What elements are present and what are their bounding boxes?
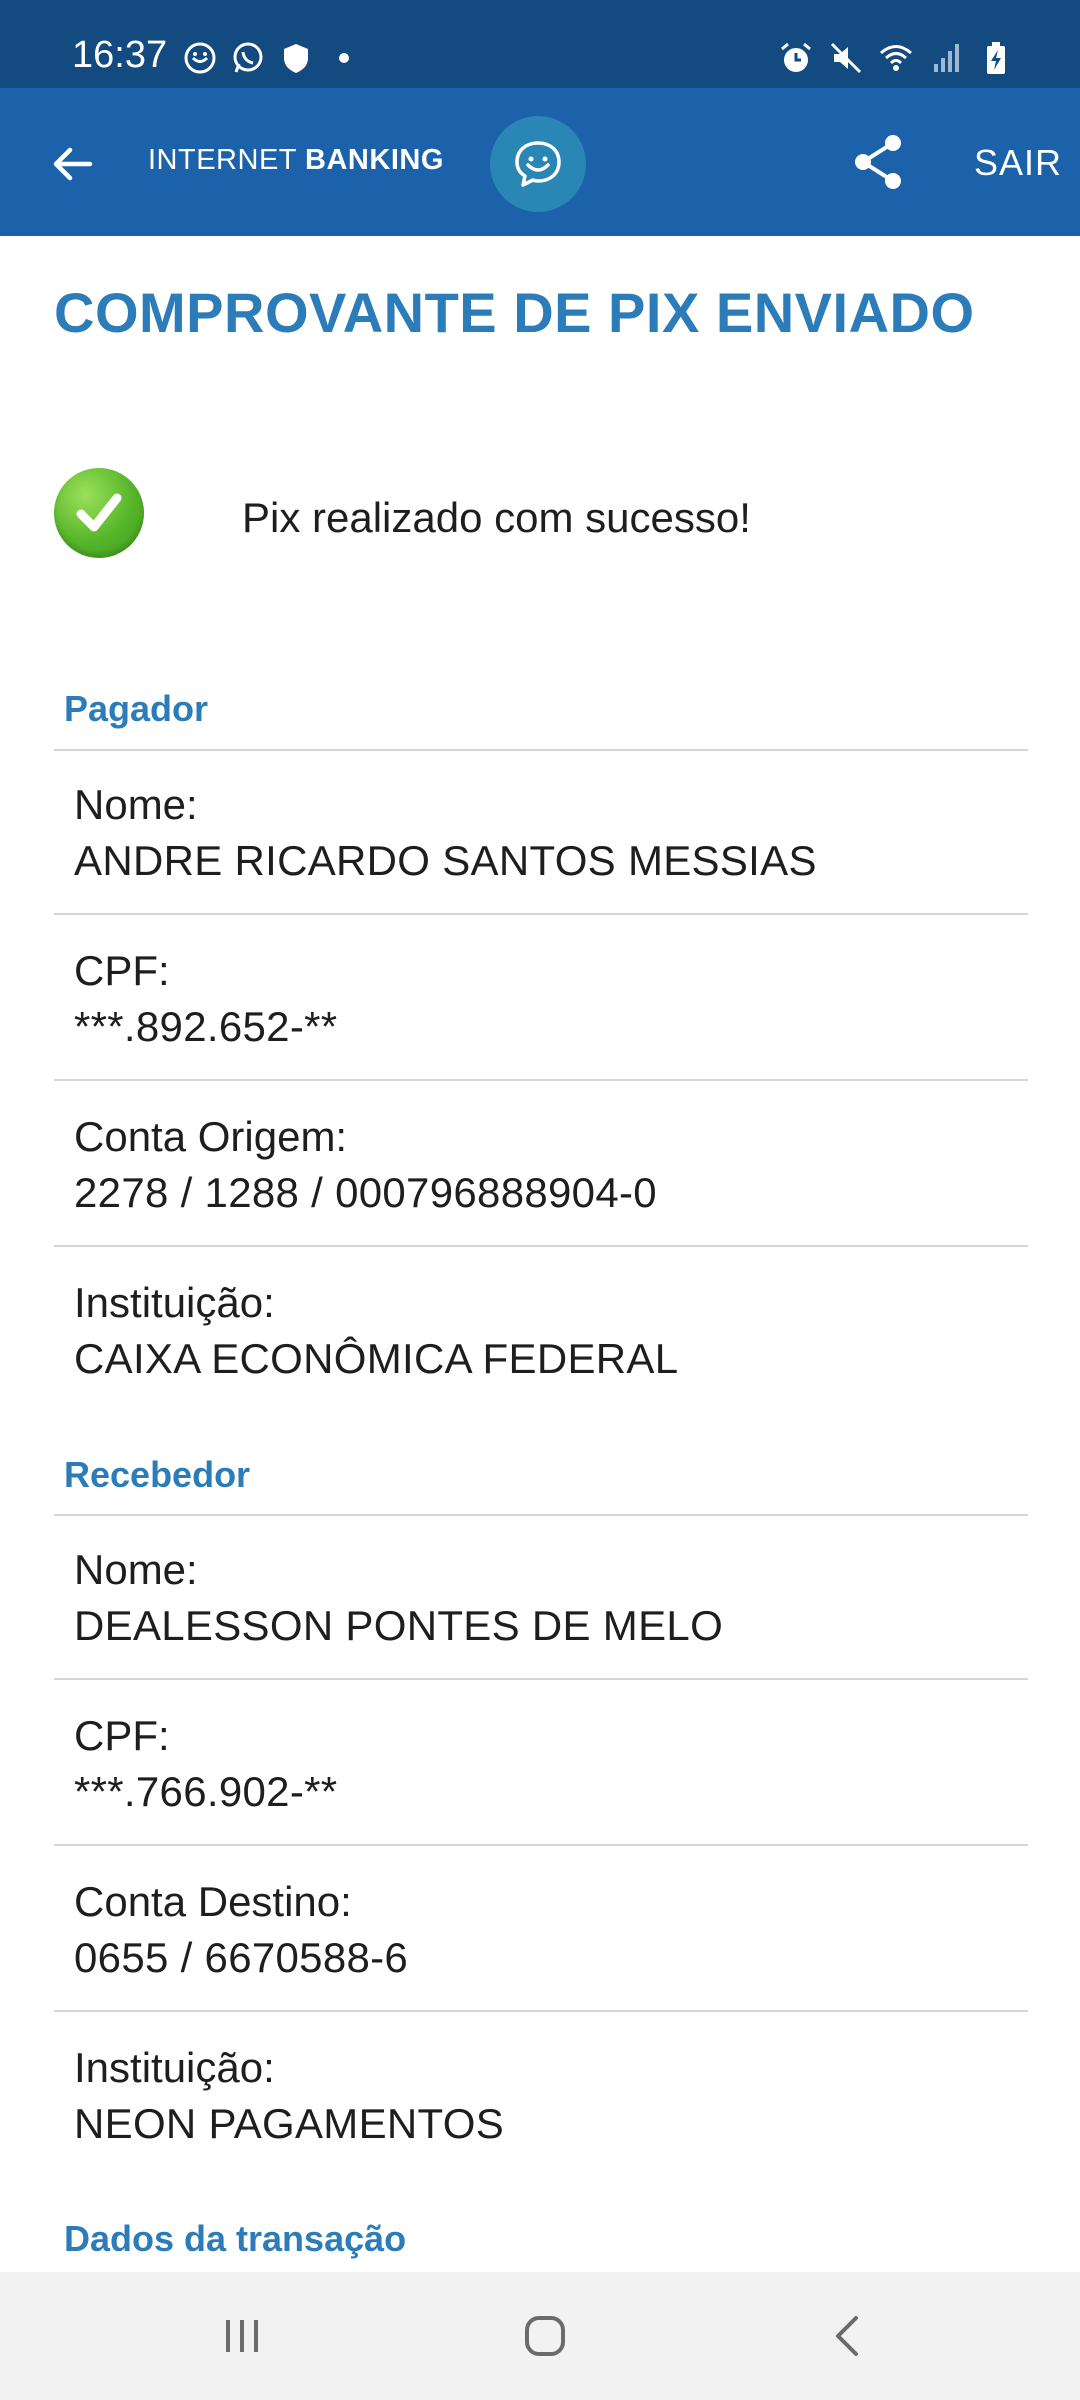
status-time: 16:37 xyxy=(72,34,168,76)
field-value: ***.892.652-** xyxy=(74,1003,338,1050)
app-bar: INTERNET BANKING SAIR xyxy=(0,88,1080,236)
receiver-account-row: Conta Destino: 0655 / 6670588-6 xyxy=(54,1848,1028,2012)
receiver-cpf-row: CPF: ***.766.902-** xyxy=(54,1682,1028,1846)
brand-text-light: INTERNET xyxy=(148,144,297,176)
share-icon xyxy=(855,135,901,189)
field-value: NEON PAGAMENTOS xyxy=(74,2100,505,2147)
field-label: CPF: xyxy=(74,947,170,994)
field-label: Nome: xyxy=(74,781,198,828)
field-value: DEALESSON PONTES DE MELO xyxy=(74,1602,724,1649)
system-nav-bar xyxy=(0,2272,1080,2400)
chat-bubble-icon xyxy=(515,141,561,187)
status-left-icons xyxy=(182,40,362,76)
mute-icon xyxy=(830,42,862,74)
signal-icon xyxy=(934,44,959,72)
wifi-icon xyxy=(880,45,912,71)
home-button[interactable] xyxy=(517,2308,573,2364)
section-title-receiver: Recebedor xyxy=(64,1454,251,1495)
recent-apps-icon xyxy=(226,2320,258,2352)
chat-button[interactable] xyxy=(490,116,586,212)
whatsapp-icon xyxy=(233,42,263,73)
receiver-name-row: Nome: DEALESSON PONTES DE MELO xyxy=(54,1516,1028,1680)
exit-button[interactable]: SAIR xyxy=(974,142,1062,184)
brand-text-bold: BANKING xyxy=(305,144,444,176)
payer-account-row: Conta Origem: 2278 / 1288 / 000796888904… xyxy=(54,1083,1028,1247)
field-label: CPF: xyxy=(74,1712,170,1759)
field-value: CAIXA ECONÔMICA FEDERAL xyxy=(74,1335,679,1382)
success-check-icon xyxy=(54,468,144,558)
field-label: Conta Origem: xyxy=(74,1113,348,1160)
recent-apps-button[interactable] xyxy=(214,2308,270,2364)
system-back-button[interactable] xyxy=(820,2308,876,2364)
notification-dot-icon xyxy=(339,53,349,63)
page-title: COMPROVANTE DE PIX ENVIADO xyxy=(54,281,975,344)
payer-name-row: Nome: ANDRE RICARDO SANTOS MESSIAS xyxy=(54,751,1028,915)
share-button[interactable] xyxy=(850,132,906,192)
chevron-left-icon xyxy=(836,2316,858,2356)
field-label: Conta Destino: xyxy=(74,1878,352,1925)
payer-institution-row: Instituição: CAIXA ECONÔMICA FEDERAL xyxy=(54,1249,1028,1413)
field-label: Instituição: xyxy=(74,1279,275,1326)
alarm-icon xyxy=(781,42,811,72)
success-message: Pix realizado com sucesso! xyxy=(242,494,751,541)
payer-cpf-row: CPF: ***.892.652-** xyxy=(54,917,1028,1081)
status-bar: 16:37 xyxy=(0,0,1080,88)
field-label: Instituição: xyxy=(74,2044,275,2091)
field-value: ANDRE RICARDO SANTOS MESSIAS xyxy=(74,837,817,884)
field-value: ***.766.902-** xyxy=(74,1768,338,1815)
back-button[interactable] xyxy=(44,136,100,192)
chat-bubble-icon xyxy=(184,42,216,74)
field-value: 0655 / 6670588-6 xyxy=(74,1934,409,1981)
shield-icon xyxy=(284,44,308,73)
field-value: 2278 / 1288 / 000796888904-0 xyxy=(74,1169,657,1216)
field-label: Nome: xyxy=(74,1546,198,1593)
receiver-institution-row: Instituição: NEON PAGAMENTOS xyxy=(54,2014,1028,2178)
battery-charging-icon xyxy=(987,42,1005,74)
home-icon xyxy=(525,2316,565,2356)
brand-logo: INTERNET BANKING xyxy=(148,144,444,177)
success-banner: Pix realizado com sucesso! xyxy=(54,468,954,560)
status-right-icons xyxy=(778,40,1014,76)
section-title-payer: Pagador xyxy=(64,688,209,729)
section-title-transaction: Dados da transação xyxy=(64,2218,407,2259)
arrow-left-icon xyxy=(53,147,93,181)
